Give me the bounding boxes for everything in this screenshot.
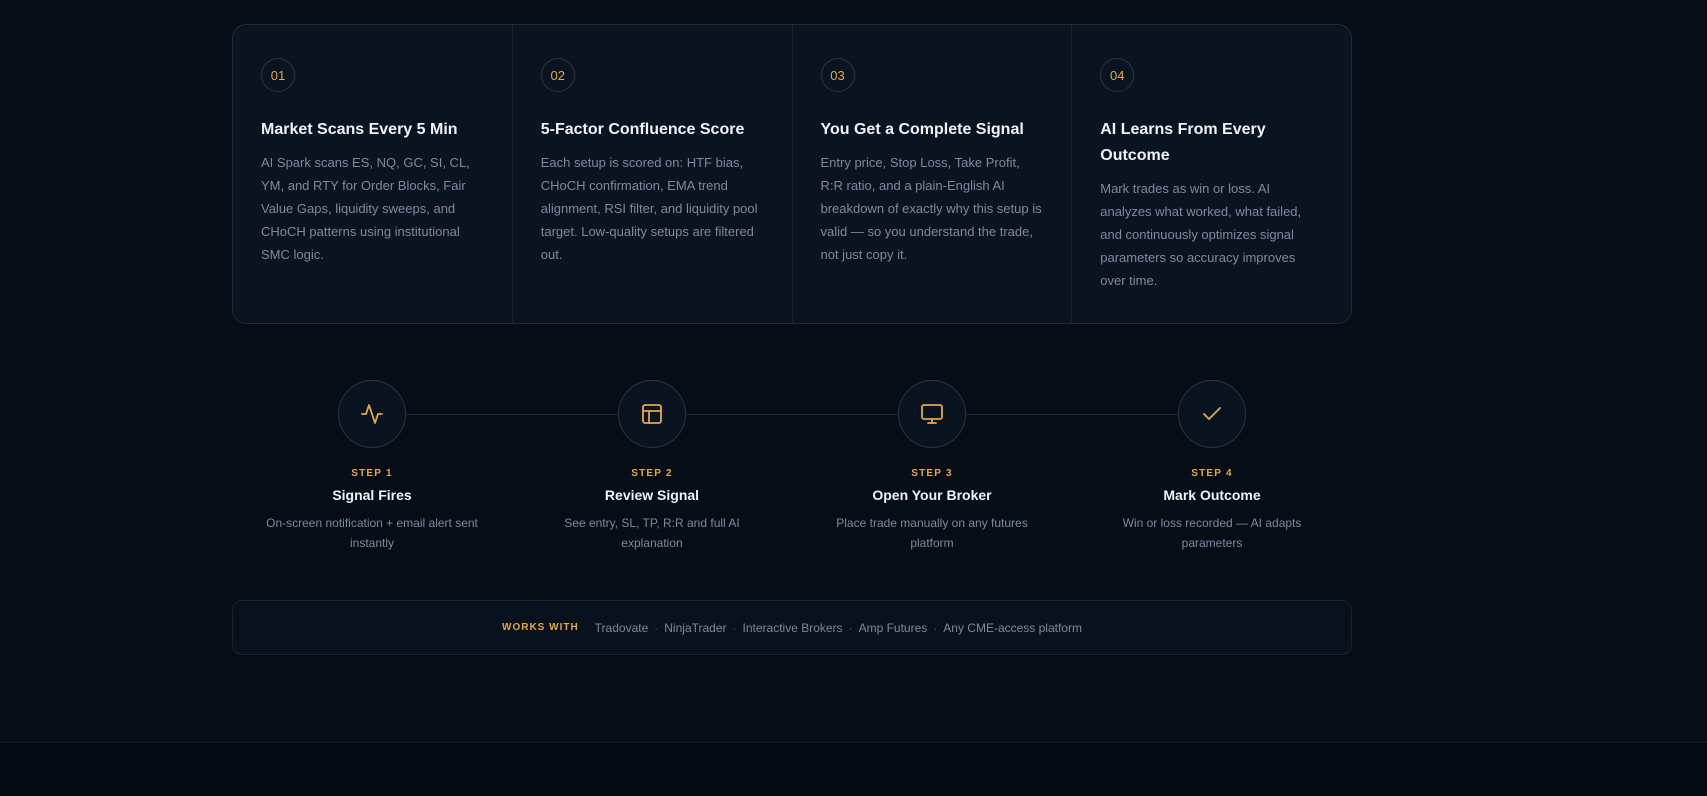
step-label: STEP 2 (631, 468, 673, 479)
step-description: Win or loss recorded — AI adapts paramet… (1122, 516, 1302, 550)
step-icon-circle (898, 380, 966, 448)
separator-dot: · (848, 620, 853, 635)
feature-card: 03 You Get a Complete Signal Entry price… (793, 25, 1073, 323)
feature-number-badge: 01 (261, 58, 295, 92)
step-title: Mark Outcome (1163, 487, 1261, 503)
works-with-label: WORKS WITH (502, 622, 579, 633)
feature-title: AI Learns From Every Outcome (1100, 121, 1266, 164)
step-description: See entry, SL, TP, R:R and full AI expla… (564, 516, 740, 550)
feature-title: You Get a Complete Signal (820, 121, 1024, 138)
feature-number-badge: 03 (820, 58, 855, 92)
activity-icon (361, 404, 383, 424)
platform-item: Tradovate (594, 620, 649, 635)
step-description: Place trade manually on any futures plat… (836, 516, 1028, 550)
step-item: STEP 2 Review Signal See entry, SL, TP, … (512, 380, 792, 553)
step-icon-circle (338, 380, 406, 448)
layout-icon (642, 404, 662, 424)
features-grid: 01 Market Scans Every 5 Min AI Spark sca… (232, 24, 1352, 324)
footer (0, 743, 1707, 796)
feature-number-badge: 02 (540, 58, 575, 92)
step-label: STEP 4 (1191, 468, 1233, 479)
monitor-icon (921, 404, 943, 424)
feature-description: Each setup is scored on: HTF bias, CHoCH… (540, 155, 758, 262)
feature-card: 02 5-Factor Confluence Score Each setup … (513, 25, 793, 323)
step-title: Open Your Broker (872, 487, 992, 503)
step-description: On-screen notification + email alert sen… (266, 516, 478, 550)
platform-item: Amp Futures (858, 620, 928, 635)
steps-timeline: STEP 1 Signal Fires On-screen notificati… (232, 380, 1352, 560)
feature-description: Mark trades as win or loss. AI analyzes … (1100, 181, 1302, 288)
step-item: STEP 4 Mark Outcome Win or loss recorded… (1072, 380, 1352, 553)
platform-item: Interactive Brokers (742, 620, 843, 635)
feature-title: Market Scans Every 5 Min (261, 121, 458, 138)
step-label: STEP 3 (911, 468, 953, 479)
step-title: Review Signal (604, 487, 700, 503)
page: 01 Market Scans Every 5 Min AI Spark sca… (0, 0, 1707, 796)
platform-item: Any CME-access platform (943, 620, 1082, 635)
step-item: STEP 3 Open Your Broker Place trade manu… (792, 380, 1072, 553)
feature-number-badge: 04 (1100, 58, 1135, 92)
separator-dot: · (933, 620, 938, 635)
check-icon (1203, 407, 1221, 420)
step-label: STEP 1 (351, 468, 393, 479)
separator-dot: · (654, 620, 659, 635)
step-title: Signal Fires (332, 487, 412, 503)
step-item: STEP 1 Signal Fires On-screen notificati… (232, 380, 512, 553)
step-icon-circle (618, 380, 686, 448)
platform-item: NinjaTrader (664, 620, 727, 635)
step-icon-circle (1178, 380, 1246, 448)
feature-description: AI Spark scans ES, NQ, GC, SI, CL, YM, a… (261, 155, 470, 262)
separator-dot: · (732, 620, 737, 635)
feature-description: Entry price, Stop Loss, Take Profit, R:R… (820, 155, 1042, 262)
feature-card: 01 Market Scans Every 5 Min AI Spark sca… (233, 25, 513, 323)
feature-card: 04 AI Learns From Every Outcome Mark tra… (1072, 25, 1351, 323)
feature-title: 5-Factor Confluence Score (540, 121, 745, 138)
works-with-bar: WORKS WITH Tradovate · NinjaTrader · Int… (232, 600, 1352, 655)
